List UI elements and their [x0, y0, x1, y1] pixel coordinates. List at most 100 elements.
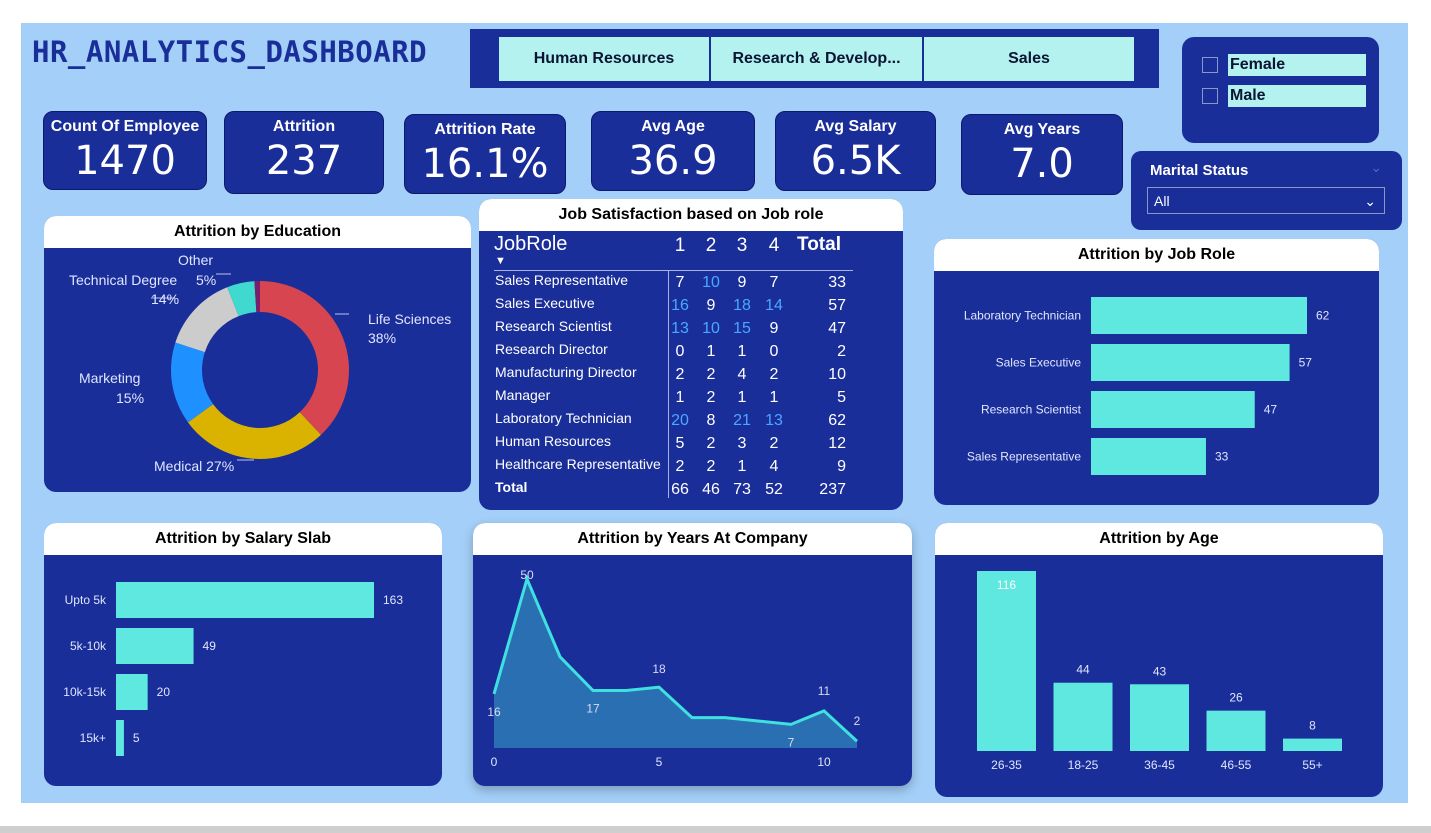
- label-marketing-pct: 15%: [116, 390, 144, 406]
- marital-status-value: All: [1154, 193, 1170, 209]
- checkbox[interactable]: [1202, 88, 1218, 104]
- bar[interactable]: [1206, 710, 1266, 751]
- category-label: Laboratory Technician: [964, 309, 1081, 323]
- bar[interactable]: [1091, 344, 1290, 381]
- table-row-label: Human Resources: [495, 433, 611, 449]
- bottom-scrollbar[interactable]: [0, 826, 1431, 833]
- panel-title: Job Satisfaction based on Job role: [479, 199, 903, 231]
- column-header-3[interactable]: 3: [732, 235, 752, 257]
- table-cell: 16: [671, 297, 689, 314]
- column-header-1[interactable]: 1: [670, 235, 690, 257]
- table-cell: 8: [706, 412, 716, 429]
- marital-status-slicer: Marital Status ⌄ All ⌄: [1131, 151, 1402, 230]
- table-cell: 15: [733, 320, 751, 337]
- dept-button-human-resources[interactable]: Human Resources: [499, 37, 709, 81]
- gender-option-female[interactable]: Female: [1202, 54, 1366, 76]
- bar[interactable]: [1053, 682, 1113, 751]
- table-row-label: Research Director: [495, 341, 608, 357]
- panel-job-satisfaction: Job Satisfaction based on Job role JobRo…: [479, 199, 903, 510]
- table-row-label: Manager: [495, 387, 551, 403]
- table-row-label: Sales Representative: [495, 272, 629, 288]
- donut-slice[interactable]: [260, 281, 349, 435]
- table-cell: 3: [737, 435, 747, 452]
- value-label: 47: [1264, 403, 1278, 417]
- table-cell: 2: [706, 435, 716, 452]
- category-label: 18-25: [1068, 758, 1099, 772]
- table-cell: 5: [675, 435, 685, 452]
- label-other: Other: [178, 252, 213, 268]
- chevron-down-icon[interactable]: ⌄: [1370, 159, 1382, 176]
- kpi-avg-salary: Avg Salary 6.5K: [775, 111, 936, 191]
- table-cell-total: 62: [828, 412, 846, 429]
- category-label: 55+: [1302, 758, 1322, 772]
- category-label: Sales Representative: [967, 450, 1081, 464]
- point-label: 16: [487, 705, 501, 719]
- value-label: 49: [203, 639, 217, 653]
- bar[interactable]: [116, 628, 194, 664]
- table-cell: 20: [671, 412, 689, 429]
- kpi-attrition-rate: Attrition Rate 16.1%: [404, 114, 566, 194]
- donut-chart: Life Sciences 38% Medical 27% Marketing …: [69, 252, 451, 474]
- total-row-label: Total: [495, 479, 528, 495]
- bar[interactable]: [1091, 391, 1255, 428]
- checkbox[interactable]: [1202, 57, 1218, 73]
- sort-arrow-icon[interactable]: ▼: [495, 255, 506, 267]
- kpi-value: 16.1%: [421, 141, 549, 187]
- table-cell: 2: [706, 458, 716, 475]
- table-cell: 1: [737, 458, 747, 475]
- column-header-4[interactable]: 4: [764, 235, 784, 257]
- bar[interactable]: [1091, 438, 1206, 475]
- value-label: 33: [1215, 450, 1229, 464]
- dept-button-sales[interactable]: Sales: [924, 37, 1134, 81]
- table-cell: 9: [706, 297, 716, 314]
- bar[interactable]: [116, 720, 124, 756]
- kpi-avg-age: Avg Age 36.9: [591, 111, 755, 191]
- gender-slicer: Female Male: [1182, 37, 1379, 143]
- bar[interactable]: [977, 571, 1036, 751]
- x-tick-label: 10: [817, 755, 831, 769]
- bar[interactable]: [1283, 738, 1342, 751]
- kpi-attrition: Attrition 237: [224, 111, 384, 194]
- gender-label: Female: [1228, 54, 1366, 76]
- kpi-label: Attrition Rate: [434, 121, 536, 138]
- bar[interactable]: [116, 582, 374, 618]
- kpi-label: Avg Years: [1003, 121, 1081, 138]
- chevron-down-icon: ⌄: [1364, 193, 1376, 209]
- table-row-label: Sales Executive: [495, 295, 595, 311]
- table-cell: 73: [733, 481, 751, 498]
- table-cell: 52: [765, 481, 783, 498]
- marital-status-dropdown[interactable]: All ⌄: [1147, 187, 1385, 214]
- table-row-label: Manufacturing Director: [495, 364, 637, 380]
- table-cell: 10: [702, 320, 720, 337]
- table-cell: 1: [737, 389, 747, 406]
- value-label: 20: [157, 685, 171, 699]
- dept-button-research-development[interactable]: Research & Develop...: [711, 37, 922, 81]
- table-cell: 0: [675, 343, 685, 360]
- table-cell-total: 237: [819, 481, 846, 498]
- donut-slice[interactable]: [175, 287, 239, 353]
- panel-attrition-by-job-role: Attrition by Job Role Laboratory Technic…: [934, 239, 1379, 505]
- bar[interactable]: [116, 674, 148, 710]
- category-label: 5k-10k: [70, 639, 107, 653]
- table-cell-total: 9: [837, 458, 846, 475]
- label-marketing: Marketing: [79, 370, 140, 386]
- table-cell: 1: [675, 389, 685, 406]
- table-cell: 2: [675, 458, 685, 475]
- table-cell: 2: [769, 435, 779, 452]
- panel-title: Attrition by Years At Company: [473, 523, 912, 555]
- panel-attrition-by-years: Attrition by Years At Company 16 50 17 18 7 1…: [473, 523, 912, 786]
- table-cell: 46: [702, 481, 720, 498]
- table-row-label: Laboratory Technician: [495, 410, 632, 426]
- panel-attrition-by-age: Attrition by Age 116 26-35 44 18-25 43 36-45 2…: [935, 523, 1383, 797]
- bar[interactable]: [1091, 297, 1307, 334]
- column-header-2[interactable]: 2: [701, 235, 721, 257]
- category-label: 36-45: [1144, 758, 1175, 772]
- table-cell: 9: [769, 320, 779, 337]
- column-header-total[interactable]: Total: [797, 234, 841, 256]
- gender-option-male[interactable]: Male: [1202, 85, 1366, 107]
- point-label: 18: [652, 662, 666, 676]
- column-header-jobrole[interactable]: JobRole: [494, 233, 567, 256]
- kpi-label: Count Of Employee: [50, 118, 200, 135]
- table-cell-total: 2: [837, 343, 846, 360]
- bar[interactable]: [1130, 684, 1189, 751]
